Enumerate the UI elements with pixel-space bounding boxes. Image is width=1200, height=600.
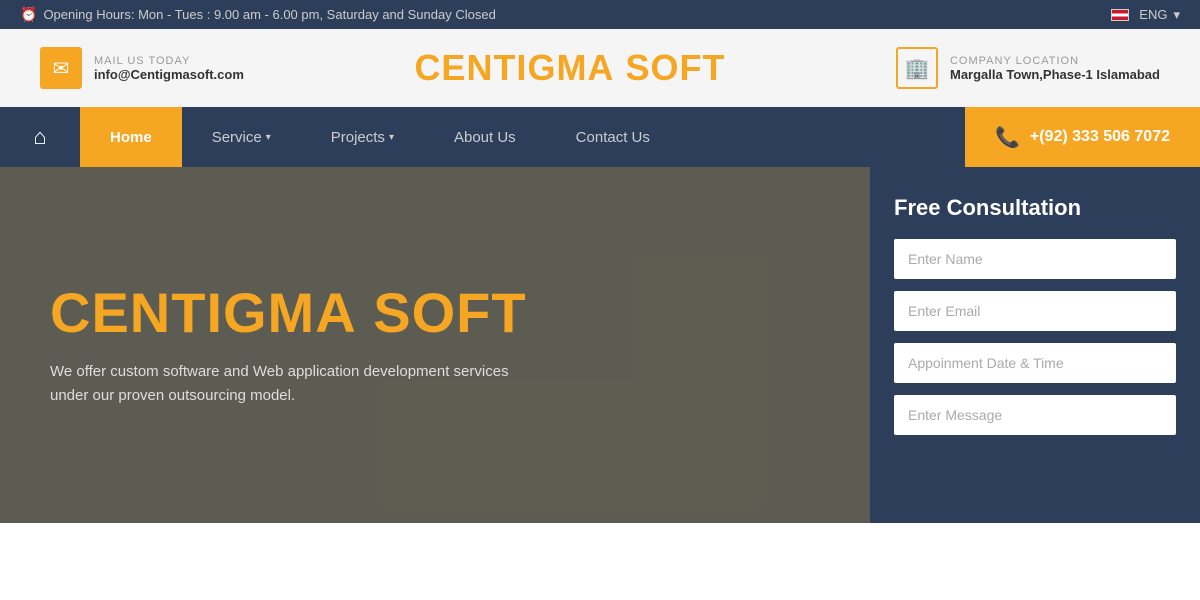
nav-about-link[interactable]: About Us — [424, 107, 546, 167]
language-label: ENG — [1139, 7, 1167, 22]
location-info: 🏢 COMPANY LOCATION Margalla Town,Phase-1… — [896, 47, 1160, 89]
projects-dropdown-arrow: ▾ — [389, 132, 394, 143]
nav-home-label: Home — [110, 129, 152, 146]
nav-projects-label: Projects — [331, 129, 385, 146]
logo-part1: CENTIGMA — [414, 47, 614, 88]
location-label: COMPANY LOCATION — [950, 55, 1160, 67]
service-dropdown-arrow: ▾ — [266, 132, 271, 143]
mail-label: MAIL US TODAY — [94, 55, 244, 67]
mail-contact: ✉ MAIL US TODAY info@Centigmasoft.com — [40, 47, 244, 89]
nav-contact-link[interactable]: Contact Us — [546, 107, 680, 167]
mail-value: info@Centigmasoft.com — [94, 67, 244, 82]
appointment-input[interactable] — [894, 343, 1176, 383]
opening-hours: ⏰ Opening Hours: Mon - Tues : 9.00 am - … — [20, 6, 496, 23]
flag-icon — [1111, 9, 1129, 21]
building-icon: 🏢 — [905, 56, 930, 81]
nav-service-link[interactable]: Service ▾ — [182, 107, 301, 167]
nav-home-link[interactable]: Home — [80, 107, 182, 167]
phone-number: +(92) 333 506 7072 — [1030, 128, 1170, 146]
navbar: ⌂ Home Service ▾ Projects ▾ About Us Con… — [0, 107, 1200, 167]
location-value: Margalla Town,Phase-1 Islamabad — [950, 67, 1160, 82]
location-details: COMPANY LOCATION Margalla Town,Phase-1 I… — [950, 55, 1160, 82]
hero-section: CENTIGMA SOFT We offer custom software a… — [0, 167, 1200, 523]
nav-service-label: Service — [212, 129, 262, 146]
hero-title-part1: CENTIGMA — [50, 281, 357, 344]
site-header: ✉ MAIL US TODAY info@Centigmasoft.com CE… — [0, 29, 1200, 107]
nav-phone[interactable]: 📞 +(92) 333 506 7072 — [965, 107, 1200, 167]
nav-about-label: About Us — [454, 129, 516, 146]
nav-contact-label: Contact Us — [576, 129, 650, 146]
phone-icon: 📞 — [995, 125, 1020, 150]
message-input[interactable] — [894, 395, 1176, 435]
mail-icon: ✉ — [53, 56, 70, 81]
home-icon: ⌂ — [33, 124, 46, 150]
mail-icon-box: ✉ — [40, 47, 82, 89]
nav-home-icon[interactable]: ⌂ — [0, 107, 80, 167]
hero-subtitle: We offer custom software and Web applica… — [50, 360, 670, 408]
location-icon-box: 🏢 — [896, 47, 938, 89]
email-input[interactable] — [894, 291, 1176, 331]
opening-hours-text: Opening Hours: Mon - Tues : 9.00 am - 6.… — [43, 7, 495, 22]
hero-title-part2: SOFT — [373, 281, 526, 344]
hero-content: CENTIGMA SOFT We offer custom software a… — [0, 242, 720, 448]
nav-projects-link[interactable]: Projects ▾ — [301, 107, 424, 167]
mail-info: MAIL US TODAY info@Centigmasoft.com — [94, 55, 244, 82]
language-dropdown-arrow: ▾ — [1173, 7, 1180, 23]
hero-title: CENTIGMA SOFT — [50, 282, 670, 344]
name-input[interactable] — [894, 239, 1176, 279]
consultation-title: Free Consultation — [894, 195, 1176, 221]
top-bar: ⏰ Opening Hours: Mon - Tues : 9.00 am - … — [0, 0, 1200, 29]
logo-part2: SOFT — [625, 47, 725, 88]
site-logo[interactable]: CENTIGMA SOFT — [414, 47, 725, 89]
language-selector[interactable]: ENG ▾ — [1111, 7, 1180, 23]
consultation-panel: Free Consultation — [870, 167, 1200, 523]
clock-icon: ⏰ — [20, 6, 37, 23]
logo-text: CENTIGMA SOFT — [414, 47, 725, 89]
